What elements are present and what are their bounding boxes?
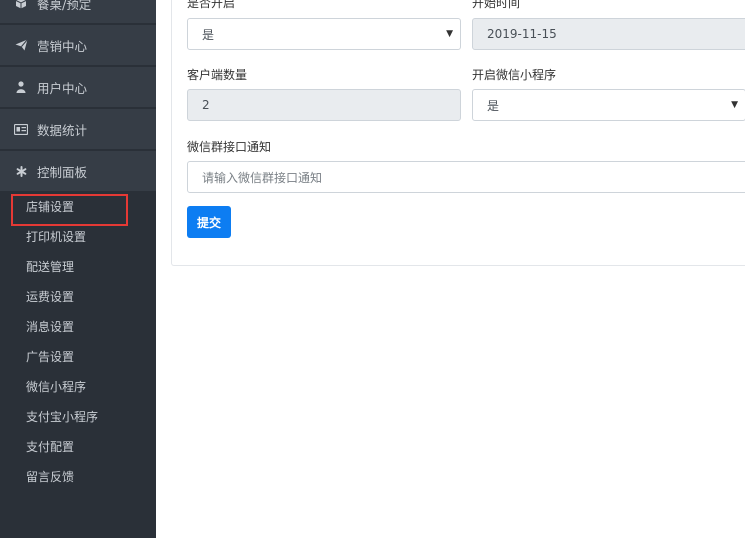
cube-icon (14, 0, 28, 10)
submenu-item-printer-settings[interactable]: 打印机设置 (26, 227, 86, 247)
nav-item-users[interactable]: 用户中心 (0, 67, 156, 108)
nav-item-tables[interactable]: 餐桌/预定 (0, 0, 156, 24)
nav-item-label: 餐桌/预定 (37, 0, 92, 12)
wechat-group-notice-input[interactable]: 请输入微信群接口通知 (187, 161, 745, 193)
submit-button[interactable]: 提交 (187, 206, 231, 238)
wechat-group-notice-label: 微信群接口通知 (187, 140, 272, 154)
start-time-field[interactable]: 2019-11-15 (472, 18, 745, 50)
nav-item-label: 用户中心 (37, 80, 88, 96)
client-count-field[interactable]: 2 (187, 89, 461, 121)
nav-item-label: 数据统计 (37, 122, 88, 138)
nav-item-label: 控制面板 (37, 164, 88, 180)
start-time-label: 开始时间 (472, 0, 521, 10)
submenu-item-wechat-miniprogram[interactable]: 微信小程序 (26, 377, 86, 397)
sidebar: 餐桌/预定 营销中心 用户中心 数据统计 控制面板 店铺设置 打印机设置 配送管… (0, 0, 156, 538)
nav-item-control-panel[interactable]: 控制面板 (0, 151, 156, 192)
nav-item-label: 营销中心 (37, 38, 88, 54)
caret-down-icon: ▼ (446, 29, 453, 39)
nav-item-stats[interactable]: 数据统计 (0, 109, 156, 150)
client-count-value: 2 (202, 98, 210, 112)
submenu-item-message-settings[interactable]: 消息设置 (26, 317, 74, 337)
submenu-item-shipping-fee[interactable]: 运费设置 (26, 287, 74, 307)
highlight-box (11, 194, 128, 226)
submenu-item-feedback[interactable]: 留言反馈 (26, 467, 74, 487)
submenu-item-ad-settings[interactable]: 广告设置 (26, 347, 74, 367)
caret-down-icon: ▼ (731, 100, 738, 110)
wechat-miniprogram-value: 是 (487, 98, 500, 113)
start-time-value: 2019-11-15 (487, 27, 557, 41)
client-count-label: 客户端数量 (187, 68, 248, 82)
enabled-value: 是 (202, 27, 215, 42)
wechat-miniprogram-select[interactable]: 是 ▼ (472, 89, 745, 121)
id-card-icon (14, 122, 28, 136)
enabled-select[interactable]: 是 ▼ (187, 18, 461, 50)
nav-item-marketing[interactable]: 营销中心 (0, 25, 156, 66)
wechat-miniprogram-label: 开启微信小程序 (472, 68, 557, 82)
submenu-item-payment-config[interactable]: 支付配置 (26, 437, 74, 457)
enabled-label: 是否开启 (187, 0, 236, 10)
user-icon (14, 80, 28, 94)
asterisk-icon (14, 164, 28, 178)
submenu-item-alipay-miniprogram[interactable]: 支付宝小程序 (26, 407, 98, 427)
submenu-item-delivery[interactable]: 配送管理 (26, 257, 74, 277)
send-icon (14, 38, 28, 52)
wechat-group-notice-placeholder: 请输入微信群接口通知 (202, 170, 323, 185)
